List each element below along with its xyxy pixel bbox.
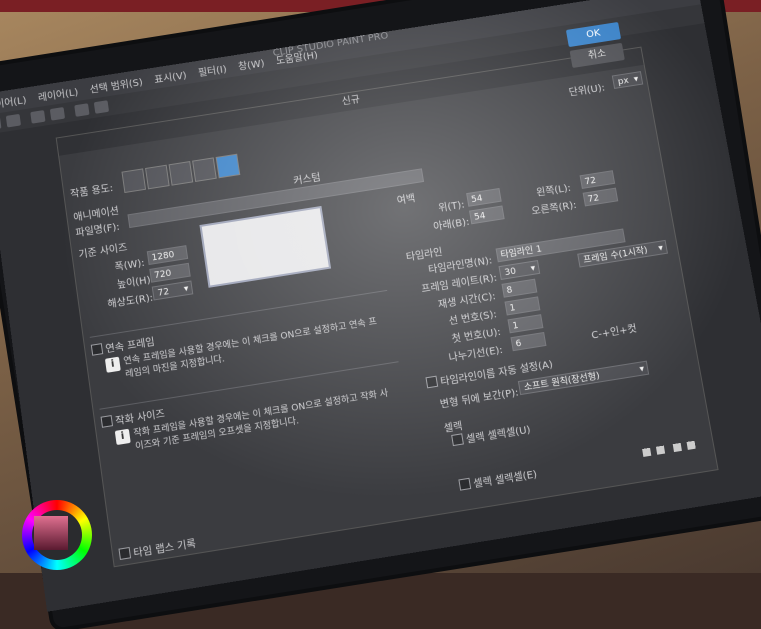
bottom-check-label: 셀렉 셀렉셀(E) bbox=[472, 469, 538, 491]
right-margin-label: 오른쪽(R): bbox=[530, 199, 578, 218]
cel-check-label: 셀렉 셀렉셀(U) bbox=[465, 424, 532, 446]
preset-illust-icon[interactable] bbox=[121, 168, 147, 194]
tool-icon[interactable] bbox=[5, 113, 22, 128]
menu-item[interactable]: 이어(L) bbox=[0, 91, 27, 110]
cel-checkbox[interactable] bbox=[451, 433, 464, 447]
preset-animation-icon[interactable] bbox=[215, 153, 241, 179]
tray-icon[interactable] bbox=[686, 440, 696, 450]
tool-icon[interactable] bbox=[30, 110, 46, 124]
resolution-label: 해상도(R): bbox=[106, 292, 154, 311]
resolution-select[interactable]: 72 bbox=[151, 280, 194, 301]
height-label: 높이(H): bbox=[116, 274, 155, 292]
bottom-checkbox[interactable] bbox=[458, 477, 472, 491]
preset-comic-icon[interactable] bbox=[145, 164, 170, 190]
menu-item[interactable]: 창(W) bbox=[237, 54, 265, 73]
continuous-frame-checkbox[interactable] bbox=[90, 343, 104, 356]
shortcut-text: C-+인+컷 bbox=[590, 323, 638, 342]
top-margin-input[interactable]: 54 bbox=[466, 187, 502, 207]
timelapse-checkbox[interactable] bbox=[118, 546, 132, 561]
auto-timeline-checkbox[interactable] bbox=[425, 375, 439, 389]
bottom-margin-input[interactable]: 54 bbox=[469, 205, 505, 225]
right-margin-input[interactable]: 72 bbox=[582, 187, 619, 207]
tool-icon[interactable] bbox=[0, 116, 2, 131]
work-size-help: 작화 프레임을 사용할 경우에는 이 체크를 ON으로 설정하고 작화 사이즈와… bbox=[132, 388, 389, 453]
playtime-input[interactable]: 8 bbox=[501, 278, 538, 298]
line-number-input[interactable]: 1 bbox=[504, 296, 541, 316]
tool-icon[interactable] bbox=[74, 103, 90, 117]
width-input[interactable]: 1280 bbox=[146, 245, 189, 266]
menu-item[interactable]: 필터(I) bbox=[197, 60, 227, 79]
tool-icon[interactable] bbox=[49, 107, 66, 121]
interp-label: 변형 뒤에 보간(P): bbox=[439, 387, 520, 411]
work-size-checkbox[interactable] bbox=[100, 415, 114, 428]
menu-item[interactable]: 레이어(L) bbox=[37, 83, 78, 104]
tray-icon[interactable] bbox=[642, 447, 652, 457]
bottom-margin-label: 아래(B): bbox=[432, 216, 471, 234]
color-square[interactable] bbox=[34, 516, 68, 550]
left-margin-input[interactable]: 72 bbox=[579, 170, 616, 189]
first-number-input[interactable]: 1 bbox=[507, 314, 544, 334]
timelapse-label: 타임 랩스 기록 bbox=[132, 538, 197, 560]
info-icon: i bbox=[114, 428, 131, 446]
work-type-label: 작품 용도: bbox=[69, 183, 114, 201]
unit-select[interactable]: px bbox=[611, 71, 644, 89]
new-document-dialog: 신규 OK 취소 단위(U): px 작품 용도: 애니메이션 파일명(F): … bbox=[55, 21, 719, 568]
preset-webtoon-icon[interactable] bbox=[192, 157, 217, 182]
tray-icon[interactable] bbox=[672, 442, 683, 453]
tray-icon[interactable] bbox=[655, 445, 666, 455]
menu-item[interactable]: 표시(V) bbox=[153, 66, 188, 85]
preset-page-icon[interactable] bbox=[168, 161, 194, 186]
margin-label: 여백 bbox=[396, 193, 417, 207]
top-margin-label: 위(T): bbox=[437, 199, 466, 215]
width-label: 폭(W): bbox=[113, 257, 146, 274]
unit-label: 단위(U): bbox=[568, 82, 606, 99]
height-input[interactable]: 720 bbox=[149, 262, 191, 283]
tool-icon[interactable] bbox=[93, 100, 110, 114]
canvas-preview bbox=[199, 205, 332, 288]
left-margin-label: 왼쪽(L): bbox=[535, 182, 572, 199]
frame-rate-select[interactable]: 30 bbox=[498, 260, 541, 280]
cel-label: 셀렉 bbox=[443, 420, 464, 435]
separator-input[interactable]: 6 bbox=[510, 331, 547, 352]
info-icon: i bbox=[104, 356, 121, 373]
